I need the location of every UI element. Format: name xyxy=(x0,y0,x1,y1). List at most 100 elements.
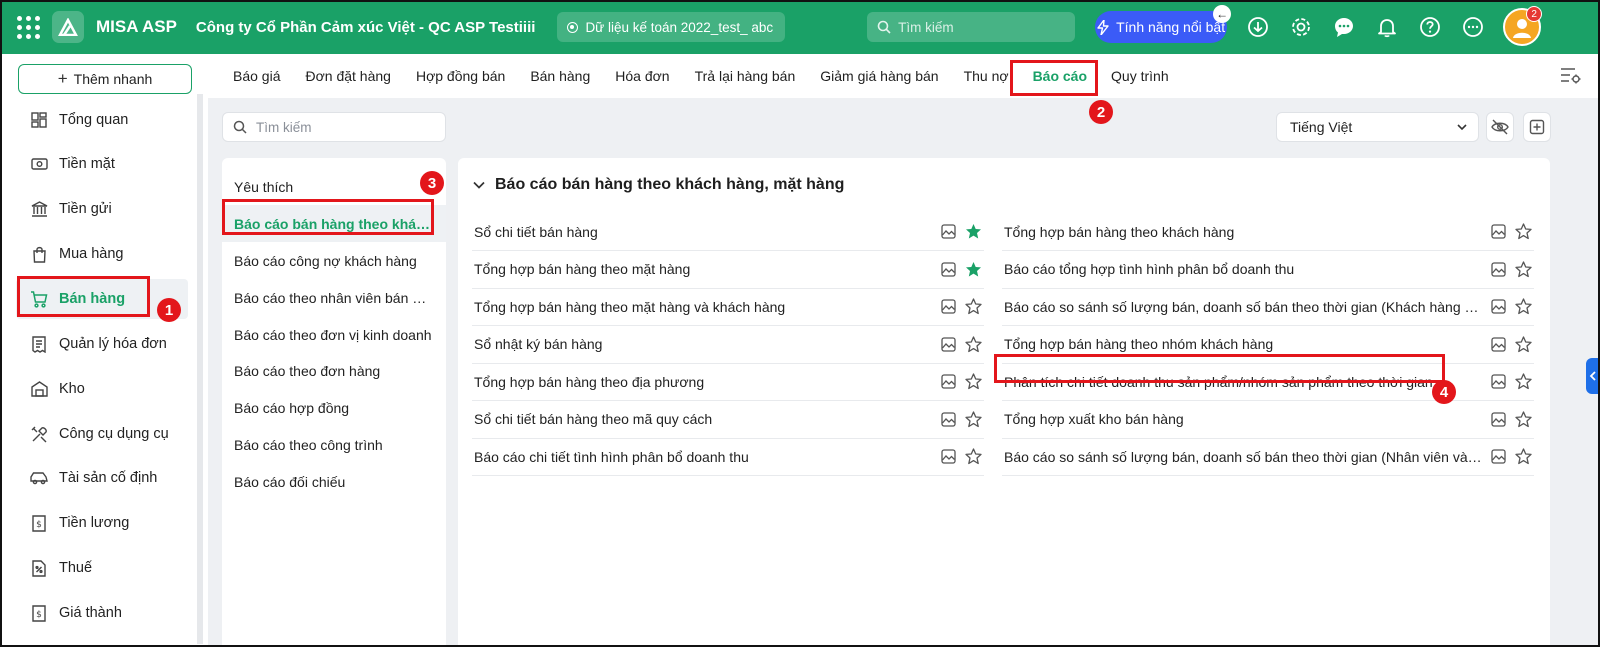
category-item[interactable]: Báo cáo theo nhân viên bán hàng xyxy=(222,279,446,316)
star-icon[interactable] xyxy=(1512,446,1534,468)
tab-hoa-don[interactable]: Hóa đơn xyxy=(615,54,669,98)
report-row[interactable]: Báo cáo so sánh số lượng bán, doanh số b… xyxy=(1002,438,1534,476)
star-icon[interactable] xyxy=(1512,296,1534,318)
category-item[interactable]: Báo cáo công nợ khách hàng xyxy=(222,242,446,279)
star-icon[interactable] xyxy=(962,371,984,393)
tab-quy-trinh[interactable]: Quy trình xyxy=(1111,54,1169,98)
category-label: Báo cáo đối chiếu xyxy=(234,473,346,490)
sidebar-item-tai-san-co-dinh[interactable]: Tài sản cố định xyxy=(16,458,188,498)
chart-preview-icon[interactable] xyxy=(1487,258,1509,280)
sidebar-item-tong-quan[interactable]: Tổng quan xyxy=(16,100,188,140)
chart-preview-icon[interactable] xyxy=(1487,371,1509,393)
tab-ban-hang[interactable]: Bán hàng xyxy=(530,54,590,98)
language-select[interactable]: Tiếng Việt xyxy=(1276,112,1479,142)
tab-giam-gia-hang-ban[interactable]: Giảm giá hàng bán xyxy=(820,54,938,98)
sidebar-item-label: Thuế xyxy=(59,560,93,576)
report-row-label: Sổ chi tiết bán hàng theo mã quy cách xyxy=(474,411,713,427)
tab-thu-no[interactable]: Thu nợ xyxy=(964,54,1009,98)
sidebar-item-tien-gui[interactable]: Tiền gửi xyxy=(16,189,188,229)
sidebar-item-tien-mat[interactable]: Tiền mặt xyxy=(16,144,188,184)
star-icon[interactable] xyxy=(962,408,984,430)
report-row[interactable]: Tổng hợp bán hàng theo mặt hàng xyxy=(472,251,984,289)
category-item[interactable]: Báo cáo theo đơn vị kinh doanh xyxy=(222,316,446,353)
report-group-header[interactable]: Báo cáo bán hàng theo khách hàng, mặt hà… xyxy=(472,176,844,194)
sidebar-item-tien-luong[interactable]: $ Tiền lương xyxy=(16,503,188,543)
list-settings-icon[interactable] xyxy=(1560,67,1581,87)
more-icon[interactable] xyxy=(1461,15,1485,39)
tax-icon xyxy=(30,559,48,577)
quick-add-button[interactable]: + Thêm nhanh xyxy=(18,64,192,94)
category-item[interactable]: Báo cáo hợp đồng xyxy=(222,389,446,426)
chart-preview-icon[interactable] xyxy=(1487,446,1509,468)
star-icon[interactable] xyxy=(962,446,984,468)
star-icon[interactable] xyxy=(1512,371,1534,393)
sidebar-item-cong-cu-dung-cu[interactable]: Công cụ dụng cụ xyxy=(16,414,188,454)
gear-icon[interactable] xyxy=(1289,15,1313,39)
star-icon[interactable] xyxy=(962,333,984,355)
expand-panel-tab[interactable] xyxy=(1586,358,1600,394)
apps-icon[interactable] xyxy=(14,13,42,41)
category-item-active[interactable]: Báo cáo bán hàng theo khách hàng, mặt hà… xyxy=(222,205,446,242)
report-row[interactable]: Sổ nhật ký bán hàng xyxy=(472,326,984,364)
category-item[interactable]: Yêu thích xyxy=(222,168,446,205)
chart-preview-icon[interactable] xyxy=(1487,221,1509,243)
report-row[interactable]: Báo cáo tổng hợp tình hình phân bổ doanh… xyxy=(1002,251,1534,289)
help-icon[interactable] xyxy=(1418,15,1442,39)
report-row[interactable]: Tổng hợp xuất kho bán hàng xyxy=(1002,401,1534,439)
chart-preview-icon[interactable] xyxy=(937,446,959,468)
report-row[interactable]: Tổng hợp bán hàng theo nhóm khách hàng xyxy=(1002,326,1534,364)
chart-preview-icon[interactable] xyxy=(937,408,959,430)
chart-preview-icon[interactable] xyxy=(1487,296,1509,318)
chart-preview-icon[interactable] xyxy=(937,371,959,393)
tab-hop-dong-ban[interactable]: Hợp đồng bán xyxy=(416,54,505,98)
chart-preview-icon[interactable] xyxy=(1487,333,1509,355)
chat-icon[interactable] xyxy=(1332,15,1356,39)
category-item[interactable]: Báo cáo theo đơn hàng xyxy=(222,352,446,389)
report-row[interactable]: Sổ chi tiết bán hàng xyxy=(472,213,984,251)
arrow-left-icon[interactable]: ← xyxy=(1213,5,1232,23)
category-item[interactable]: Báo cáo đối chiếu xyxy=(222,463,446,500)
star-icon[interactable] xyxy=(1512,221,1534,243)
avatar[interactable]: 2 xyxy=(1503,6,1543,46)
star-icon[interactable] xyxy=(1512,258,1534,280)
chart-preview-icon[interactable] xyxy=(937,296,959,318)
sidebar-item-mua-hang[interactable]: Mua hàng xyxy=(16,234,188,274)
report-row[interactable]: Tổng hợp bán hàng theo mặt hàng và khách… xyxy=(472,288,984,326)
report-row[interactable]: Sổ chi tiết bán hàng theo mã quy cách xyxy=(472,401,984,439)
company-name[interactable]: Công ty Cổ Phần Cảm xúc Việt - QC ASP Te… xyxy=(196,19,536,36)
chart-preview-icon[interactable] xyxy=(937,258,959,280)
report-row[interactable]: Báo cáo chi tiết tình hình phân bổ doanh… xyxy=(472,438,984,476)
report-row[interactable]: Tổng hợp bán hàng theo khách hàng xyxy=(1002,213,1534,251)
star-filled-icon[interactable] xyxy=(962,258,984,280)
category-item[interactable]: Báo cáo theo công trình xyxy=(222,426,446,463)
report-row-label: Tổng hợp bán hàng theo mặt hàng và khách… xyxy=(474,298,786,315)
sidebar-item-kho[interactable]: Kho xyxy=(16,369,188,409)
database-selector[interactable]: Dữ liệu kế toán 2022_test_ abc xyxy=(557,12,786,42)
report-row-label: Tổng hợp bán hàng theo mặt hàng xyxy=(474,261,691,277)
sidebar-item-thue[interactable]: Thuế xyxy=(16,548,188,588)
star-icon[interactable] xyxy=(1512,408,1534,430)
chart-preview-icon[interactable] xyxy=(937,333,959,355)
global-search-input[interactable]: Tìm kiếm xyxy=(867,12,1076,42)
sidebar-scrollbar[interactable] xyxy=(197,94,203,644)
sidebar-item-gia-thanh[interactable]: $ Giá thành xyxy=(16,593,188,633)
tab-tra-lai-hang-ban[interactable]: Trả lại hàng bán xyxy=(695,54,796,98)
tab-don-dat-hang[interactable]: Đơn đặt hàng xyxy=(305,54,390,98)
report-search-input[interactable]: Tìm kiếm xyxy=(222,112,446,142)
tab-bao-gia[interactable]: Báo giá xyxy=(233,54,280,98)
report-row[interactable]: Tổng hợp bán hàng theo địa phương xyxy=(472,363,984,401)
download-icon[interactable] xyxy=(1246,15,1270,39)
star-filled-icon[interactable] xyxy=(962,221,984,243)
tab-bao-cao[interactable]: Báo cáo xyxy=(1033,54,1087,98)
add-report-icon[interactable] xyxy=(1523,112,1551,142)
report-row[interactable]: Báo cáo so sánh số lượng bán, doanh số b… xyxy=(1002,288,1534,326)
star-icon[interactable] xyxy=(1512,333,1534,355)
hide-icon[interactable] xyxy=(1486,112,1514,142)
chart-preview-icon[interactable] xyxy=(1487,408,1509,430)
bell-icon[interactable] xyxy=(1375,15,1399,39)
chart-preview-icon[interactable] xyxy=(937,221,959,243)
sidebar-item-quan-ly-hoa-don[interactable]: Quản lý hóa đơn xyxy=(16,324,188,364)
featured-button[interactable]: Tính năng nổi bật ← xyxy=(1095,5,1232,43)
annotation-number-4: 4 xyxy=(1432,380,1456,404)
star-icon[interactable] xyxy=(962,296,984,318)
